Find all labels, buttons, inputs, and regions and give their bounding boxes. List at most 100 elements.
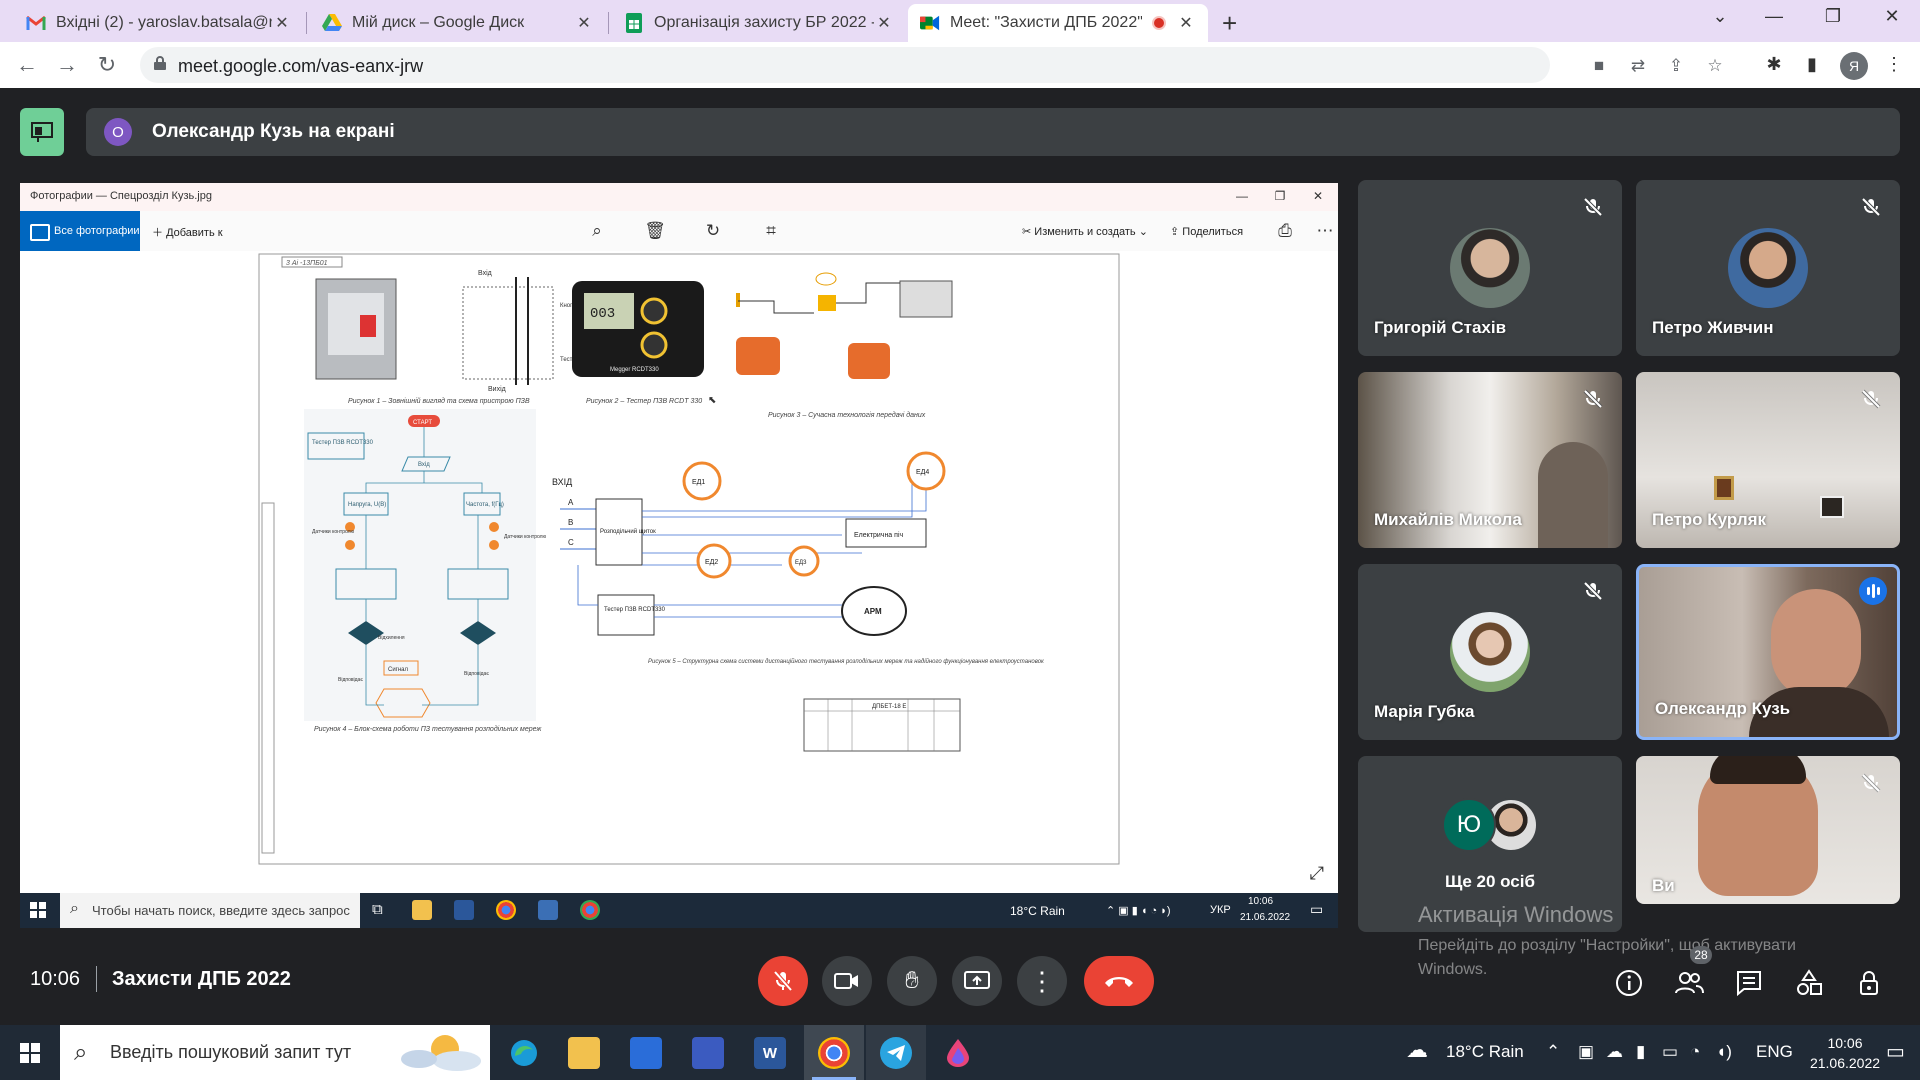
close-tab-icon[interactable]: ✕ (1176, 13, 1196, 33)
chrome-icon[interactable] (818, 1037, 850, 1069)
tray-device-icon[interactable]: ▣ (1578, 1042, 1594, 1062)
input-language[interactable]: ENG (1756, 1042, 1793, 1062)
participant-tile[interactable]: Петро Живчин (1636, 180, 1900, 356)
chrome-icon[interactable] (580, 900, 600, 920)
microphone-tray-icon[interactable]: ▮ (1636, 1042, 1645, 1062)
participant-tile-video[interactable]: Михайлів Микола (1358, 372, 1622, 548)
address-bar[interactable]: meet.google.com/vas-eanx-jrw ■ ⇄ ⇪ ☆ (140, 47, 1723, 83)
meeting-details-icon[interactable] (1614, 968, 1644, 998)
st-phase-b: B (568, 518, 573, 527)
file-explorer-icon[interactable] (412, 900, 432, 920)
edge-icon[interactable] (508, 1037, 540, 1069)
taskbar-clock[interactable]: 10:06 21.06.2022 (1800, 1033, 1890, 1073)
tab-gmail[interactable]: Вхідні (2) - yaroslav.batsala@nur ✕ (14, 4, 304, 42)
close-window-icon[interactable]: ✕ (1872, 6, 1912, 27)
word-icon[interactable]: W (754, 1037, 786, 1069)
present-now-button[interactable] (952, 956, 1002, 1006)
tab-sheets[interactable]: Організація захисту БР 2022 - G ✕ (612, 4, 906, 42)
camera-toggle-button[interactable] (822, 956, 872, 1006)
chat-icon[interactable] (1734, 968, 1764, 998)
close-tab-icon[interactable]: ✕ (574, 13, 594, 33)
rotate-icon[interactable]: ↻ (702, 221, 724, 241)
windows-start-icon[interactable] (30, 902, 46, 918)
avatar (1450, 612, 1530, 692)
telegram-icon[interactable] (880, 1037, 912, 1069)
share-button[interactable]: ⇪ Поделиться (1170, 225, 1243, 238)
notifications-icon[interactable]: ▭ (1310, 901, 1323, 918)
tab-meet[interactable]: Meet: "Захисти ДПБ 2022" ✕ (908, 4, 1208, 42)
tab-search-icon[interactable]: ⌄ (1700, 6, 1740, 27)
reload-icon[interactable]: ↻ (92, 52, 122, 78)
leave-call-button[interactable] (1084, 956, 1154, 1006)
schematic-output: Вихід (488, 385, 506, 393)
edit-create-button[interactable]: ✂ Изменить и создать ⌄ (1022, 225, 1148, 238)
participant-tile-speaking[interactable]: Олександр Кузь (1636, 564, 1900, 740)
close-tab-icon[interactable]: ✕ (874, 13, 894, 33)
show-hidden-icons[interactable]: ⌃ (1546, 1042, 1560, 1062)
mic-toggle-button[interactable] (758, 956, 808, 1006)
shared-taskbar-search[interactable]: Чтобы начать поиск, введите здесь запрос (60, 893, 360, 928)
photos-app-icon[interactable] (538, 900, 558, 920)
new-tab-icon[interactable]: + (1222, 8, 1237, 39)
participant-tile-video[interactable]: Петро Курляк (1636, 372, 1900, 548)
chrome-icon[interactable] (496, 900, 516, 920)
minimize-icon[interactable]: — (1232, 189, 1252, 203)
zoom-icon[interactable]: ⌕ (586, 221, 608, 241)
menu-kebab-icon[interactable]: ⋮ (1882, 54, 1906, 78)
participant-tile[interactable]: Марія Губка (1358, 564, 1622, 740)
task-view-icon[interactable]: ⧉ (372, 901, 383, 918)
share-icon[interactable]: ⇪ (1665, 56, 1687, 76)
print-icon[interactable]: ⎙ (1274, 221, 1296, 241)
crop-icon[interactable]: ⌗ (760, 221, 782, 241)
back-icon[interactable]: ← (12, 52, 42, 78)
notification-center-icon[interactable]: ▭ (1886, 1039, 1905, 1064)
extensions-icon[interactable]: ✱ (1762, 54, 1786, 78)
camera-in-use-icon[interactable]: ■ (1588, 56, 1610, 76)
raise-hand-button[interactable]: ✋︎ (887, 956, 937, 1006)
add-to-button[interactable]: ＋ Добавить к (152, 224, 223, 240)
file-explorer-icon[interactable] (568, 1037, 600, 1069)
self-view-tile[interactable]: Ви (1636, 756, 1900, 904)
photos-window-title: Фотографии — Спецрозділ Кузь.jpg (30, 190, 212, 202)
close-tab-icon[interactable]: ✕ (272, 13, 292, 33)
microsoft-store-icon[interactable] (630, 1037, 662, 1069)
minimize-icon[interactable]: — (1754, 6, 1794, 27)
weather-icon[interactable]: ☁︎ (1406, 1037, 1428, 1063)
host-controls-icon[interactable] (1854, 968, 1884, 998)
windows-start-icon[interactable] (20, 1043, 40, 1063)
volume-icon[interactable]: ◖) (1716, 1042, 1732, 1062)
forward-icon[interactable]: → (52, 52, 82, 78)
recording-icon (1152, 16, 1166, 30)
expand-icon[interactable]: ⤢ (1310, 863, 1324, 884)
side-panel-icon[interactable]: ▮ (1800, 54, 1824, 78)
fc-sensor (489, 522, 499, 532)
lock-icon[interactable] (154, 56, 166, 70)
schematic-input: Вхід (478, 269, 492, 277)
word-icon[interactable] (454, 900, 474, 920)
taskbar-weather[interactable]: 18°C Rain (1446, 1042, 1524, 1062)
people-icon[interactable] (1674, 968, 1704, 998)
profile-avatar[interactable]: Я (1840, 52, 1868, 80)
restore-icon[interactable]: ❐ (1270, 189, 1290, 203)
battery-icon[interactable]: ▭ (1662, 1042, 1678, 1062)
st-phase-c: C (568, 538, 574, 547)
taskbar-search-box[interactable]: ⌕ Введіть пошуковий запит тут (60, 1025, 490, 1080)
all-photos-button[interactable]: Все фотографии (20, 211, 140, 251)
translate-icon[interactable]: ⇄ (1627, 56, 1649, 76)
tab-drive[interactable]: Мій диск – Google Диск ✕ (310, 4, 606, 42)
activities-icon[interactable] (1794, 968, 1824, 998)
google-sheets-icon (624, 13, 644, 33)
more-options-button[interactable]: ⋮ (1017, 956, 1067, 1006)
presentation-layout-button[interactable] (20, 108, 64, 156)
participant-tile[interactable]: Григорій Стахів (1358, 180, 1622, 356)
network-icon[interactable]: ◔ (1690, 1042, 1700, 1062)
url-text: meet.google.com/vas-eanx-jrw (178, 56, 424, 76)
restore-icon[interactable]: ❐ (1813, 6, 1853, 27)
onedrive-icon[interactable]: ☁︎ (1606, 1042, 1623, 1062)
delete-icon[interactable]: 🗑︎ (644, 221, 666, 241)
bookmark-star-icon[interactable]: ☆ (1704, 56, 1726, 76)
document-app-icon[interactable] (692, 1037, 724, 1069)
close-window-icon[interactable]: ✕ (1308, 189, 1328, 203)
more-icon[interactable]: ⋯ (1314, 221, 1336, 241)
app-drop-icon[interactable] (942, 1037, 974, 1069)
